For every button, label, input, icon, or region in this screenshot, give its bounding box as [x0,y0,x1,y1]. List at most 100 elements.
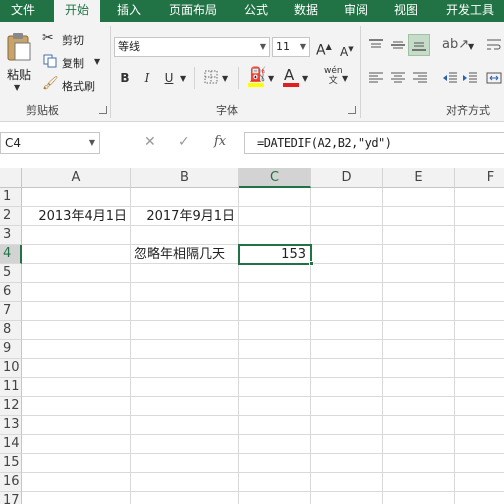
row-header-5[interactable]: 5 [0,264,22,283]
grip [112,135,113,151]
row-header-8[interactable]: 8 [0,321,22,340]
tab-developer[interactable]: 开发工具 [436,0,504,22]
gridline [22,301,504,302]
paste-button[interactable]: 粘贴 ▼ [4,30,34,92]
row-header-16[interactable]: 16 [0,473,22,492]
italic-button[interactable]: I [140,70,154,86]
align-center-icon[interactable] [390,71,406,85]
cell-b2[interactable]: 2017年9月1日 [131,207,238,226]
name-box[interactable]: C4 ▼ [0,132,100,154]
alignment-group-label: 对齐方式 [446,104,490,117]
orientation-icon[interactable]: ab↗ [442,37,469,53]
align-bottom-button[interactable] [408,34,430,56]
row-header-13[interactable]: 13 [0,416,22,435]
cancel-icon[interactable]: ✕ [144,134,156,150]
gridline [310,188,311,504]
clipboard-dialog-launcher[interactable] [99,106,107,114]
formula-input[interactable]: =DATEDIF(A2,B2,"yd") [244,132,504,154]
align-right-icon[interactable] [412,71,428,85]
column-header-c[interactable]: C [239,168,311,188]
chevron-down-icon[interactable]: ▼ [302,71,308,87]
font-size-combo[interactable]: 11 ▼ [272,37,310,57]
fill-color-button[interactable]: ⛽ [246,67,268,89]
tab-insert[interactable]: 插入 [108,0,150,22]
align-left-icon[interactable] [368,71,384,85]
fill-handle[interactable] [309,261,314,266]
column-header-d[interactable]: D [311,168,383,188]
phonetic-icon[interactable]: wén 文 [324,66,343,86]
tab-file[interactable]: 文件 [0,0,46,22]
align-middle-icon[interactable] [390,38,406,52]
chevron-down-icon[interactable]: ▼ [268,71,274,87]
paint-bucket-icon: ⛽ [249,67,267,83]
chevron-down-icon[interactable]: ▼ [342,71,348,87]
tab-page-layout[interactable]: 页面布局 [160,0,226,22]
row-header-14[interactable]: 14 [0,435,22,454]
chevron-down-icon[interactable]: ▼ [180,71,186,87]
tab-review[interactable]: 审阅 [336,0,376,22]
enter-icon[interactable]: ✓ [178,134,190,150]
row-header-3[interactable]: 3 [0,226,22,245]
underline-button[interactable]: U [162,70,176,86]
row-header-9[interactable]: 9 [0,340,22,359]
row-header-6[interactable]: 6 [0,283,22,302]
brush-icon: 🖌 [42,76,59,91]
tab-home[interactable]: 开始 [54,0,100,22]
chevron-down-icon: ▼ [88,138,95,147]
font-size-value: 11 [276,40,290,53]
tab-data[interactable]: 数据 [286,0,326,22]
row-header-15[interactable]: 15 [0,454,22,473]
column-header-e[interactable]: E [383,168,455,188]
row-header-12[interactable]: 12 [0,397,22,416]
gridline [22,415,504,416]
font-color-button[interactable]: A [282,67,300,89]
bold-button[interactable]: B [118,70,132,86]
select-all-button[interactable] [0,168,22,188]
font-color-swatch [283,83,299,87]
chevron-down-icon[interactable]: ▼ [468,39,474,55]
align-top-icon[interactable] [368,38,384,52]
merge-center-icon[interactable] [486,71,502,85]
decrease-indent-icon[interactable] [442,71,458,85]
format-painter-label: 格式刷 [62,80,95,93]
gridline [382,188,383,504]
row-header-17[interactable]: 17 [0,492,22,504]
shrink-font-icon: A [340,45,349,59]
cut-button[interactable]: ✂ 剪切 [42,30,102,48]
tab-formulas[interactable]: 公式 [236,0,276,22]
divider [194,67,195,89]
font-dialog-launcher[interactable] [348,106,356,114]
insert-function-button[interactable]: fx [214,134,226,150]
borders-icon[interactable] [204,70,218,84]
row-header-1[interactable]: 1 [0,188,22,207]
increase-indent-icon[interactable] [462,71,478,85]
fill-color-swatch [248,83,264,87]
font-name-value: 等线 [118,40,140,53]
copy-button[interactable]: 复制 ▼ [42,53,106,71]
wrap-text-icon[interactable] [486,38,502,52]
grow-font-button[interactable]: A▲ [316,39,332,59]
row-header-10[interactable]: 10 [0,359,22,378]
column-header-b[interactable]: B [131,168,239,188]
cell-b4[interactable]: 忽略年相隔几天 [134,245,244,264]
divider [238,67,239,89]
gridline [454,188,455,504]
chevron-down-icon[interactable]: ▼ [222,71,228,87]
copy-label: 复制 [62,57,84,70]
format-painter-button[interactable]: 🖌 格式刷 [42,76,106,94]
shrink-font-button[interactable]: A▼ [340,41,354,60]
gridline [22,282,504,283]
row-header-2[interactable]: 2 [0,207,22,226]
font-name-combo[interactable]: 等线 ▼ [114,37,270,57]
column-header-f[interactable]: F [455,168,504,188]
chevron-down-icon: ▼ [299,42,306,51]
cell-a2[interactable]: 2013年4月1日 [22,207,130,226]
row-header-11[interactable]: 11 [0,378,22,397]
tab-view[interactable]: 视图 [386,0,426,22]
gridline [22,320,504,321]
chevron-down-icon: ▼ [14,83,21,92]
column-header-a[interactable]: A [22,168,131,188]
row-header-7[interactable]: 7 [0,302,22,321]
font-group-label: 字体 [216,104,238,117]
row-header-4[interactable]: 4 [0,245,22,264]
